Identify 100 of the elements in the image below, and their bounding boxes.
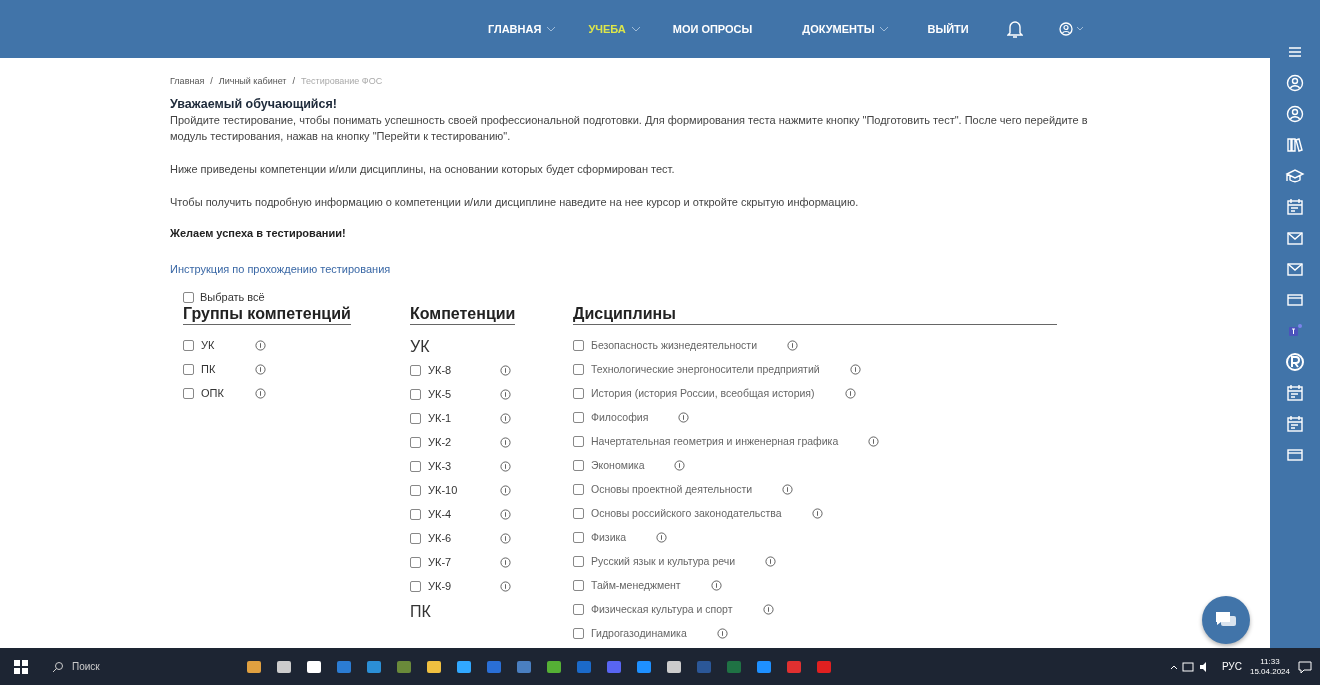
user-icon[interactable] xyxy=(1285,73,1305,93)
checkbox[interactable] xyxy=(573,363,584,375)
info-icon[interactable] xyxy=(765,555,777,567)
checkbox[interactable] xyxy=(573,459,584,471)
checkbox[interactable] xyxy=(573,555,584,567)
taskbar-search-field[interactable]: Поиск xyxy=(42,648,202,685)
info-icon[interactable] xyxy=(500,484,511,496)
checkbox[interactable] xyxy=(410,364,421,376)
info-icon[interactable] xyxy=(849,363,861,375)
checkbox-label[interactable]: УК-10 xyxy=(428,484,466,496)
info-icon[interactable] xyxy=(255,387,266,399)
info-icon[interactable] xyxy=(500,508,511,520)
checkbox-label[interactable]: УК-2 xyxy=(428,436,466,448)
nav-link[interactable]: ГЛАВНАЯ xyxy=(488,23,557,35)
checkbox[interactable] xyxy=(573,411,584,423)
checkbox-label[interactable]: УК-9 xyxy=(428,580,466,592)
checkbox[interactable] xyxy=(573,579,584,591)
checkbox-label[interactable]: Физика xyxy=(591,531,627,543)
checkbox[interactable] xyxy=(573,531,584,543)
info-icon[interactable] xyxy=(500,580,511,592)
nav-link[interactable]: МОИ ОПРОСЫ xyxy=(672,23,753,35)
info-icon[interactable] xyxy=(782,483,794,495)
user-icon[interactable] xyxy=(1285,104,1305,124)
breadcrumb-link[interactable]: Личный кабинет xyxy=(218,76,287,86)
checkbox[interactable] xyxy=(573,627,584,639)
checkbox-label[interactable]: УК-5 xyxy=(428,388,466,400)
calendar-icon[interactable] xyxy=(1285,383,1305,403)
checkbox-label[interactable]: Гидрогазодинамика xyxy=(591,627,687,639)
checkbox[interactable] xyxy=(573,483,584,495)
checkbox[interactable] xyxy=(410,388,421,400)
registered-icon[interactable] xyxy=(1285,352,1305,372)
app-icon[interactable] xyxy=(666,658,682,675)
bell-icon[interactable] xyxy=(1006,19,1023,39)
nav-link[interactable]: УЧЕБА xyxy=(588,23,641,35)
info-icon[interactable] xyxy=(811,507,823,519)
app-icon[interactable] xyxy=(546,658,562,675)
info-icon[interactable] xyxy=(255,363,266,375)
info-icon[interactable] xyxy=(500,532,511,544)
checkbox[interactable] xyxy=(183,339,194,351)
taskbar-clock[interactable]: 11:33 15.04.2024 xyxy=(1249,656,1290,677)
checkbox[interactable] xyxy=(573,603,584,615)
checkbox-label[interactable]: Безопасность жизнедеятельности xyxy=(591,339,757,351)
checkbox-label[interactable]: Русский язык и культура речи xyxy=(591,555,736,567)
checkbox-label[interactable]: УК xyxy=(201,339,241,351)
app-icon[interactable] xyxy=(426,658,442,675)
checkbox-label[interactable]: Философия xyxy=(591,411,649,423)
info-icon[interactable] xyxy=(762,603,774,615)
checkbox[interactable] xyxy=(410,532,421,544)
info-icon[interactable] xyxy=(255,339,266,351)
calendar-icon[interactable] xyxy=(1285,197,1305,217)
user-icon[interactable] xyxy=(1058,22,1085,36)
app-icon[interactable] xyxy=(276,658,292,675)
checkbox[interactable] xyxy=(573,507,584,519)
checkbox-label[interactable]: Начертательная геометрия и инженерная графика xyxy=(591,435,839,447)
checkbox-label[interactable]: ПК xyxy=(201,363,241,375)
checkbox-label[interactable]: Основы российского законодательства xyxy=(591,507,782,519)
checkbox-label[interactable]: ОПК xyxy=(201,387,241,399)
info-icon[interactable] xyxy=(656,531,668,543)
info-icon[interactable] xyxy=(500,460,511,472)
calendar-icon[interactable] xyxy=(1285,414,1305,434)
info-icon[interactable] xyxy=(500,412,511,424)
checkbox[interactable] xyxy=(410,412,421,424)
info-icon[interactable] xyxy=(500,364,511,376)
info-icon[interactable] xyxy=(787,339,798,351)
info-icon[interactable] xyxy=(500,436,511,448)
app-icon[interactable] xyxy=(456,658,472,675)
checkbox[interactable] xyxy=(410,484,421,496)
chat-button[interactable] xyxy=(1202,596,1250,644)
checkbox-label[interactable]: Основы проектной деятельности xyxy=(591,483,753,495)
checkbox[interactable] xyxy=(410,580,421,592)
info-icon[interactable] xyxy=(868,435,880,447)
info-icon[interactable] xyxy=(678,411,690,423)
language-indicator[interactable]: РУС xyxy=(1221,661,1242,672)
instruction-link[interactable]: Инструкция по прохождению тестирования xyxy=(170,263,391,275)
info-icon[interactable] xyxy=(500,556,511,568)
windows-start-icon[interactable] xyxy=(14,659,28,674)
checkbox-label[interactable]: История (история России, всеобщая история) xyxy=(591,387,815,399)
checkbox[interactable] xyxy=(573,387,584,399)
app-icon[interactable] xyxy=(246,658,262,675)
checkbox-label[interactable]: УК-8 xyxy=(428,364,466,376)
checkbox[interactable] xyxy=(573,339,584,351)
info-icon[interactable] xyxy=(500,388,511,400)
checkbox-label[interactable]: Экономика xyxy=(591,459,645,471)
checkbox-label[interactable]: УК-6 xyxy=(428,532,466,544)
info-icon[interactable] xyxy=(710,579,722,591)
checkbox-label[interactable]: Физическая культура и спорт xyxy=(591,603,733,615)
checkbox[interactable] xyxy=(183,363,194,375)
checkbox-label[interactable]: Технологические энергоносители предприятий xyxy=(591,363,820,375)
checkbox-label[interactable]: УК-7 xyxy=(428,556,466,568)
checkbox-label[interactable]: УК-4 xyxy=(428,508,466,520)
nav-link[interactable]: ДОКУМЕНТЫ xyxy=(802,23,890,35)
app-icon[interactable] xyxy=(306,658,322,675)
checkbox[interactable] xyxy=(183,291,194,303)
nav-link[interactable]: ВЫЙТИ xyxy=(927,23,969,35)
checkbox[interactable] xyxy=(410,556,421,568)
checkbox[interactable] xyxy=(183,387,194,399)
books-icon[interactable] xyxy=(1285,135,1305,155)
breadcrumb-link[interactable]: Главная xyxy=(170,76,205,86)
checkbox[interactable] xyxy=(410,508,421,520)
notification-icon[interactable] xyxy=(1298,659,1312,674)
